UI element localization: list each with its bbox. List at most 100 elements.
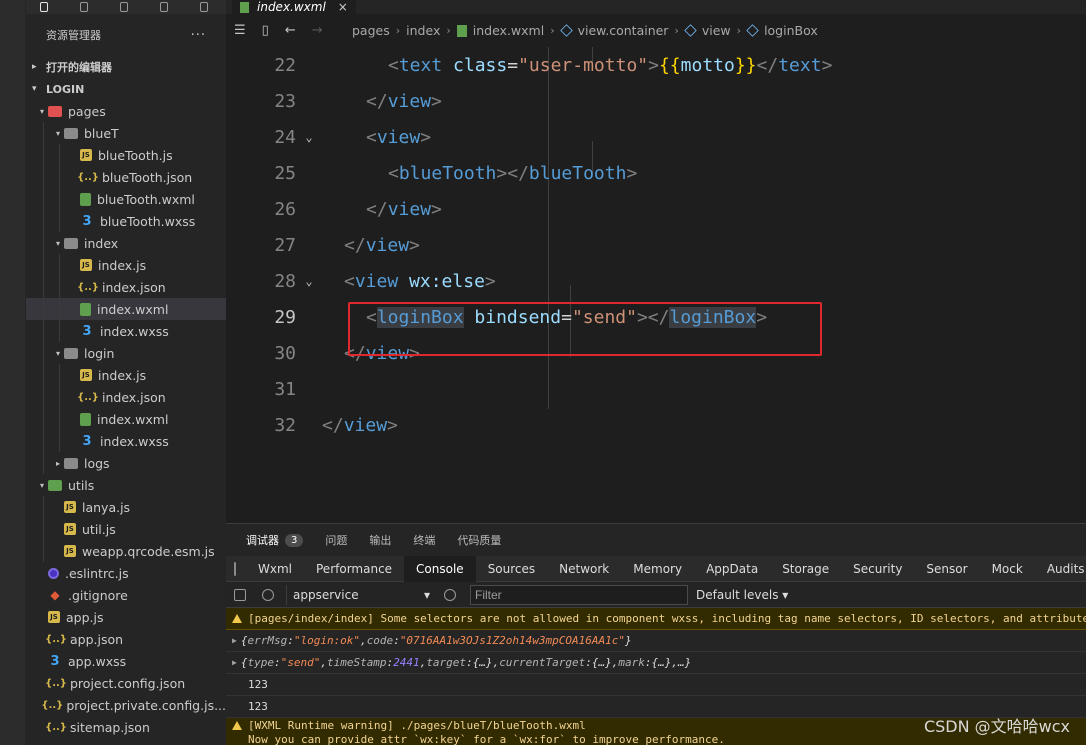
chevron-right-icon: › (446, 24, 451, 37)
tree-folder[interactable]: ▾ login (26, 342, 226, 364)
fold-chevron-icon[interactable]: ⌄ (296, 274, 322, 288)
devtools-tab-storage[interactable]: Storage (770, 556, 841, 582)
devtools-tab-audits[interactable]: Audits (1035, 556, 1086, 582)
tree-file[interactable]: 3 index.wxss (26, 320, 226, 342)
eslint-file-icon (48, 567, 59, 579)
tree-indent-guide (59, 364, 60, 386)
tree-file[interactable]: JS util.js (26, 518, 226, 540)
bookmark-icon[interactable]: ▯ (262, 23, 269, 38)
tree-item-label: app.js (66, 609, 104, 625)
devtools-tab-mock[interactable]: Mock (980, 556, 1035, 582)
tree-file[interactable]: {..} project.config.json (26, 672, 226, 694)
tree-item-label: .gitignore (68, 587, 128, 603)
tree-file[interactable]: index.wxml (26, 408, 226, 430)
tree-file[interactable]: {..} sitemap.json (26, 716, 226, 738)
close-icon[interactable]: × (338, 0, 348, 14)
eye-icon[interactable] (444, 588, 456, 601)
panel-tab[interactable]: 终端 (413, 532, 435, 548)
devtools-tab-sensor[interactable]: Sensor (914, 556, 979, 582)
tree-file[interactable]: 3 blueTooth.wxss (26, 210, 226, 232)
code-line[interactable]: 31 (226, 371, 1086, 407)
code-line[interactable]: 27 </view> (226, 227, 1086, 263)
code-line[interactable]: 26 </view> (226, 191, 1086, 227)
devtools-tab-appdata[interactable]: AppData (694, 556, 770, 582)
panel-tab[interactable]: 代码质量 (457, 532, 501, 548)
context-select[interactable]: appservice ▾ (286, 584, 436, 605)
tree-file[interactable]: blueTooth.wxml (26, 188, 226, 210)
tree-file[interactable]: JS app.js (26, 606, 226, 628)
list-icon[interactable]: ☰ (234, 23, 246, 38)
debug-icon[interactable] (200, 2, 208, 12)
code-line[interactable]: 22 <text class="user-motto">{{motto}}</te… (226, 47, 1086, 83)
tree-folder[interactable]: ▾ index (26, 232, 226, 254)
breadcrumb-file[interactable]: index.wxml (473, 23, 544, 38)
activity-icons (26, 0, 226, 14)
source-control-icon[interactable] (120, 2, 128, 12)
tree-file[interactable]: 3 app.wxss (26, 650, 226, 672)
tree-file[interactable]: {..} blueTooth.json (26, 166, 226, 188)
breadcrumb-loginbox[interactable]: loginBox (764, 23, 818, 38)
folder-icon (64, 127, 78, 139)
breadcrumb-index[interactable]: index (406, 23, 440, 38)
code-line[interactable]: 28 ⌄ <view wx:else> (226, 263, 1086, 299)
tree-folder[interactable]: ▸ logs (26, 452, 226, 474)
project-section[interactable]: ▾ LOGIN (26, 78, 226, 100)
breadcrumb-pages[interactable]: pages (352, 23, 390, 38)
tree-file[interactable]: {..} project.private.config.js... (26, 694, 226, 716)
code-line[interactable]: 24 ⌄ <view> (226, 119, 1086, 155)
sidebar-toggle-icon[interactable] (234, 588, 246, 601)
tree-file[interactable]: {..} index.json (26, 276, 226, 298)
tree-folder[interactable]: ▾ utils (26, 474, 226, 496)
wxml-file-icon (80, 302, 91, 316)
tree-folder[interactable]: ▾ blueT (26, 122, 226, 144)
breadcrumb-view[interactable]: view (702, 23, 731, 38)
console-object[interactable]: ▶ {type: "send", timeStamp: 2441, target… (226, 652, 1086, 674)
tree-file[interactable]: index.wxml (26, 298, 226, 320)
devtools-tab-memory[interactable]: Memory (621, 556, 694, 582)
more-actions-icon[interactable]: ··· (191, 28, 206, 43)
panel-tab[interactable]: 调试器 3 (246, 532, 304, 548)
expand-triangle-icon[interactable]: ▶ (232, 636, 237, 645)
devtools-tab-sources[interactable]: Sources (476, 556, 547, 582)
tree-folder[interactable]: ▾ pages (26, 100, 226, 122)
tab-index-wxml[interactable]: index.wxml × (232, 0, 356, 14)
tree-file[interactable]: JS lanya.js (26, 496, 226, 518)
tree-file[interactable]: JS index.js (26, 254, 226, 276)
breadcrumb-view-container[interactable]: view.container (578, 23, 669, 38)
tree-file[interactable]: {..} app.json (26, 628, 226, 650)
code-line[interactable]: 23 </view> (226, 83, 1086, 119)
devtools-tab-network[interactable]: Network (547, 556, 621, 582)
open-editors-section[interactable]: ▸ 打开的编辑器 (26, 56, 226, 78)
tree-file[interactable]: JS weapp.qrcode.esm.js (26, 540, 226, 562)
forward-arrow-icon[interactable]: → (312, 23, 323, 38)
tree-item-label: index.wxss (100, 433, 169, 449)
code-editor[interactable]: 22 <text class="user-motto">{{motto}}</te… (226, 47, 1086, 523)
tree-file[interactable]: ◆ .gitignore (26, 584, 226, 606)
devtools-tab-wxml[interactable]: Wxml (246, 556, 304, 582)
tree-file[interactable]: .eslintrc.js (26, 562, 226, 584)
expand-triangle-icon[interactable]: ▶ (232, 658, 237, 667)
extensions-icon[interactable] (160, 2, 168, 12)
code-line[interactable]: 25 <blueTooth></blueTooth> (226, 155, 1086, 191)
tree-file[interactable]: {..} index.json (26, 386, 226, 408)
devtools-tab-console[interactable]: Console (404, 555, 476, 582)
filter-input[interactable] (470, 584, 688, 605)
tree-file[interactable]: 3 index.wxss (26, 430, 226, 452)
tree-item-label: index (84, 235, 119, 251)
panel-tab[interactable]: 问题 (325, 532, 347, 548)
code-line[interactable]: 32 </view> (226, 407, 1086, 443)
fold-chevron-icon[interactable]: ⌄ (296, 130, 322, 144)
console-object[interactable]: ▶ {errMsg: "login:ok", code: "0716AA1w3O… (226, 630, 1086, 652)
explorer-icon[interactable] (40, 2, 48, 12)
back-arrow-icon[interactable]: ← (285, 23, 296, 38)
inspect-element-icon[interactable] (234, 561, 236, 576)
clear-console-icon[interactable] (262, 588, 274, 601)
search-icon[interactable] (80, 2, 88, 12)
devtools-tab-performance[interactable]: Performance (304, 556, 404, 582)
panel-tab[interactable]: 输出 (369, 532, 391, 548)
code-content: <view wx:else> (344, 270, 496, 292)
tree-file[interactable]: JS blueTooth.js (26, 144, 226, 166)
log-levels-dropdown[interactable]: Default levels ▾ (696, 588, 788, 602)
tree-file[interactable]: JS index.js (26, 364, 226, 386)
devtools-tab-security[interactable]: Security (841, 556, 914, 582)
